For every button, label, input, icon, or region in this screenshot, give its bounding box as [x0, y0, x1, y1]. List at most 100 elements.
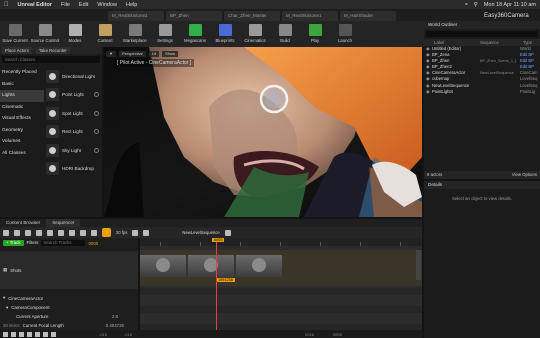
expand-icon[interactable]: ▾ [3, 295, 5, 301]
actor-spot-light[interactable]: Spot Light [46, 104, 102, 123]
col-type[interactable]: Type [523, 39, 532, 46]
perspective-button[interactable]: Perspective [118, 50, 146, 57]
outliner-row[interactable]: ◉ PointLight4 PointLig [424, 89, 540, 95]
category-geometry[interactable]: Geometry [0, 125, 44, 137]
category-cinematic[interactable]: Cinematic [0, 102, 44, 114]
search-classes-input[interactable]: Search Classes [2, 56, 100, 63]
clock[interactable]: Mon 18 Apr 11:10 am [484, 2, 536, 8]
settings-icon[interactable] [47, 229, 53, 236]
forward-arrow-icon[interactable] [224, 229, 231, 236]
viewport-options-button[interactable]: ▼ [106, 50, 116, 57]
add-track-button[interactable]: + Track [3, 240, 24, 246]
apple-icon[interactable]:  [4, 2, 9, 8]
col-sequence[interactable]: Sequence [480, 39, 523, 46]
search-icon[interactable] [14, 229, 20, 236]
jump-end-icon[interactable] [43, 331, 48, 337]
category-lights[interactable]: Lights [0, 90, 44, 102]
fps-dropdown[interactable]: 30 fps [116, 230, 127, 235]
pencil-icon[interactable] [80, 229, 86, 236]
view-options-button[interactable]: View Options [512, 171, 537, 179]
filters-button[interactable]: Filters [27, 240, 39, 246]
actor-point-light[interactable]: Point Light [46, 86, 102, 105]
step-forward-icon[interactable] [35, 331, 40, 337]
track-current-focal-length[interactable]: 30 items Current Focal Length 0.404726 [0, 321, 138, 330]
playhead[interactable] [216, 238, 217, 338]
save-icon[interactable] [3, 229, 9, 236]
shot-clip[interactable] [236, 255, 282, 277]
jump-start-icon[interactable] [3, 331, 8, 337]
help-icon[interactable] [94, 110, 99, 116]
actor-directional-light[interactable]: Directional Light [46, 67, 102, 86]
tab-sequencer[interactable]: Sequencer [46, 219, 81, 227]
sequencer-timeline[interactable]: 1991238 0005 [140, 238, 422, 338]
cinematics-button[interactable]: Cinematics [240, 21, 270, 47]
track-cinecameraactor[interactable]: ▾ CineCameraActor [0, 293, 138, 303]
play-reverse-icon[interactable] [19, 331, 24, 337]
render-icon[interactable] [36, 229, 42, 236]
megascans-button[interactable]: Megascans [180, 21, 210, 47]
help-icon[interactable] [94, 129, 99, 135]
actor-hdri-backdrop[interactable]: HDRI Backdrop [46, 160, 102, 179]
camera-icon[interactable] [25, 229, 31, 236]
content-button[interactable]: Content [90, 21, 120, 47]
range-start-label[interactable]: -015 [99, 332, 107, 337]
play-button[interactable]: Play [300, 21, 330, 47]
range-end-label[interactable]: 0055 [333, 332, 342, 337]
menu-help[interactable]: Help [126, 2, 137, 8]
col-label[interactable]: Label [424, 39, 480, 46]
menu-window[interactable]: Window [97, 2, 117, 8]
shot-clip[interactable] [188, 255, 234, 277]
search-icon[interactable]: ⚲ [474, 2, 478, 8]
key-icon[interactable] [58, 229, 64, 236]
track-current-aperture[interactable]: Current Aperture 2.8 [0, 312, 138, 321]
step-back-icon[interactable] [11, 331, 16, 337]
loop-icon[interactable] [132, 229, 139, 236]
tab-bp-zhen[interactable]: BP_Zhen [166, 11, 222, 21]
actor-sky-light[interactable]: Sky Light [46, 141, 102, 160]
shot-clip[interactable] [140, 255, 186, 277]
blueprints-button[interactable]: Blueprints [210, 21, 240, 47]
help-icon[interactable] [94, 92, 99, 98]
category-volumes[interactable]: Volumes [0, 136, 44, 148]
view-start-label[interactable]: -015 [124, 332, 132, 337]
sequence-name[interactable]: NewLevelSequence [182, 230, 219, 235]
menu-file[interactable]: File [61, 2, 70, 8]
view-end-label[interactable]: 0016 [305, 332, 314, 337]
tab-m-hairshader[interactable]: M_HairShader [340, 11, 396, 21]
source-control-button[interactable]: Source Control [30, 21, 60, 47]
wifi-icon[interactable]: ≈ [465, 2, 468, 8]
search-tracks-input[interactable]: Search Tracks [41, 240, 86, 246]
category-visual-effects[interactable]: Visual Effects [0, 113, 44, 125]
build-button[interactable]: Build [270, 21, 300, 47]
tab-content-browser[interactable]: Content Browser [0, 219, 46, 227]
marketplace-button[interactable]: Marketplace [120, 21, 150, 47]
modes-button[interactable]: Modes [60, 21, 90, 47]
eye-icon[interactable]: ◉ [424, 89, 432, 95]
app-name[interactable]: Unreal Editor [18, 2, 53, 8]
help-icon[interactable] [94, 147, 99, 153]
settings-button[interactable]: Settings [150, 21, 180, 47]
time-ruler[interactable] [140, 238, 422, 246]
menu-edit[interactable]: Edit [79, 2, 88, 8]
play-icon[interactable] [27, 331, 32, 337]
forward-icon[interactable] [143, 229, 150, 236]
start-frame[interactable]: 0000 [88, 241, 98, 246]
tab-m-realskintone1[interactable]: M_RealSkintone1 [282, 11, 338, 21]
launch-button[interactable]: Launch [330, 21, 360, 47]
actor-rect-light[interactable]: Rect Light [46, 123, 102, 142]
snap-icon[interactable] [91, 229, 97, 236]
tab-place-actors[interactable]: Place Actors [2, 47, 32, 54]
expand-icon[interactable]: ▾ [6, 305, 8, 311]
timeline-scrollbar[interactable] [416, 250, 421, 280]
curve-icon[interactable] [69, 229, 75, 236]
show-button[interactable]: Show [162, 50, 179, 57]
outliner-search-input[interactable] [426, 31, 538, 37]
track-cameracomponent[interactable]: ▾ CameraComponent [0, 303, 138, 312]
track-shots[interactable]: ▦ Shots [0, 251, 138, 289]
loop-icon[interactable] [51, 331, 56, 337]
category-all-classes[interactable]: All Classes [0, 148, 44, 160]
level-viewport[interactable]: ▼ Perspective Lit Show [ Pilot Active - … [104, 47, 422, 217]
category-basic[interactable]: Basic [0, 79, 44, 91]
save-current-button[interactable]: Save Current [0, 21, 30, 47]
magnet-icon[interactable] [102, 228, 111, 237]
